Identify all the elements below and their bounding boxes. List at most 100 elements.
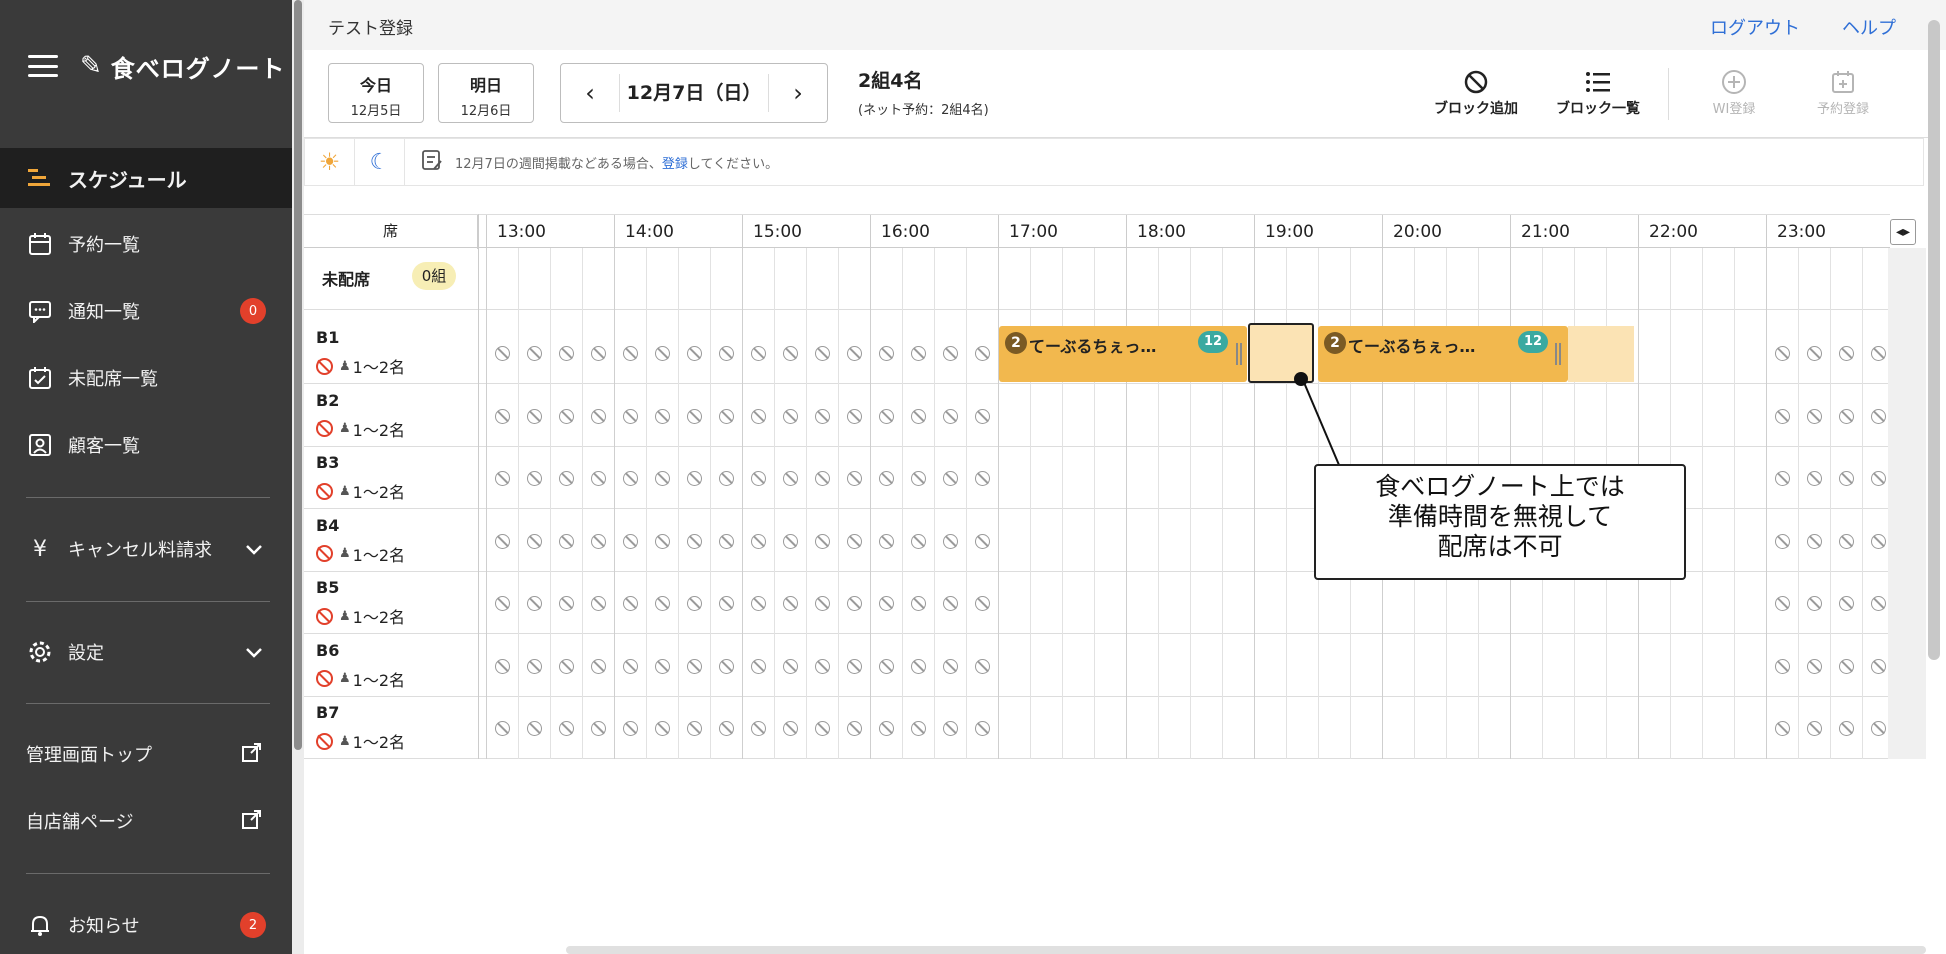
blocked-slot-icon[interactable] — [975, 533, 990, 549]
reservation-block[interactable]: 2 てーぶるちぇっ… 12 — [1318, 326, 1568, 382]
blocked-slot-icon[interactable] — [559, 471, 574, 486]
blocked-slot-icon[interactable] — [687, 471, 702, 486]
blocked-slot-icon[interactable] — [527, 346, 542, 361]
blocked-slot-icon[interactable] — [719, 346, 734, 361]
blocked-slot-icon[interactable] — [943, 533, 958, 549]
blocked-slot-icon[interactable] — [911, 471, 926, 486]
blocked-slot-icon[interactable] — [623, 721, 638, 736]
blocked-slot-icon[interactable] — [623, 533, 638, 549]
blocked-slot-icon[interactable] — [1871, 471, 1886, 486]
blocked-slot-icon[interactable] — [495, 346, 510, 361]
blocked-slot-icon[interactable] — [815, 596, 830, 611]
blocked-slot-icon[interactable] — [1775, 408, 1790, 424]
blocked-slot-icon[interactable] — [783, 533, 798, 549]
blocked-slot-icon[interactable] — [943, 721, 958, 736]
block-list-button[interactable]: ブロック一覧 — [1543, 66, 1653, 118]
blocked-slot-icon[interactable] — [1807, 596, 1822, 611]
blocked-slot-icon[interactable] — [1871, 596, 1886, 611]
blocked-slot-icon[interactable] — [783, 721, 798, 736]
blocked-slot-icon[interactable] — [783, 408, 798, 424]
blocked-slot-icon[interactable] — [1807, 658, 1822, 674]
blocked-slot-icon[interactable] — [591, 346, 606, 361]
blocked-slot-icon[interactable] — [495, 471, 510, 486]
blocked-slot-icon[interactable] — [1807, 471, 1822, 486]
blocked-slot-icon[interactable] — [655, 408, 670, 424]
blocked-slot-icon[interactable] — [1839, 533, 1854, 549]
next-day-icon[interactable]: › — [769, 79, 827, 107]
blocked-slot-icon[interactable] — [655, 658, 670, 674]
blocked-slot-icon[interactable] — [559, 533, 574, 549]
blocked-slot-icon[interactable] — [591, 658, 606, 674]
sidebar-item-news[interactable]: お知らせ 2 — [0, 895, 292, 954]
logout-link[interactable]: ログアウト — [1710, 14, 1800, 40]
blocked-slot-icon[interactable] — [495, 658, 510, 674]
current-date[interactable]: 12月7日（日） — [619, 74, 769, 112]
blocked-slot-icon[interactable] — [495, 596, 510, 611]
blocked-slot-icon[interactable] — [751, 533, 766, 549]
blocked-slot-icon[interactable] — [847, 408, 862, 424]
memo-register-link[interactable]: 登録 — [662, 157, 688, 172]
blocked-slot-icon[interactable] — [911, 658, 926, 674]
blocked-slot-icon[interactable] — [943, 346, 958, 361]
blocked-slot-icon[interactable] — [591, 471, 606, 486]
blocked-slot-icon[interactable] — [1775, 721, 1790, 736]
blocked-slot-icon[interactable] — [1839, 721, 1854, 736]
blocked-slot-icon[interactable] — [1871, 408, 1886, 424]
sidebar-item-schedule[interactable]: スケジュール — [0, 148, 292, 208]
blocked-slot-icon[interactable] — [591, 721, 606, 736]
blocked-slot-icon[interactable] — [687, 721, 702, 736]
blocked-slot-icon[interactable] — [623, 471, 638, 486]
blocked-slot-icon[interactable] — [751, 596, 766, 611]
blocked-slot-icon[interactable] — [1775, 596, 1790, 611]
blocked-slot-icon[interactable] — [751, 346, 766, 361]
blocked-slot-icon[interactable] — [559, 596, 574, 611]
blocked-slot-icon[interactable] — [815, 346, 830, 361]
sidebar-item-cancel-fee[interactable]: ¥ キャンセル料請求 — [0, 519, 292, 579]
sidebar-item-store-page[interactable]: 自店舗ページ — [0, 791, 292, 851]
blocked-slot-icon[interactable] — [495, 533, 510, 549]
blocked-slot-icon[interactable] — [783, 658, 798, 674]
dinner-toggle[interactable]: ☾ — [355, 139, 405, 185]
resize-handle[interactable] — [1236, 343, 1242, 365]
blocked-slot-icon[interactable] — [1871, 721, 1886, 736]
blocked-slot-icon[interactable] — [559, 408, 574, 424]
sidebar-item-settings[interactable]: 設定 — [0, 622, 292, 682]
blocked-slot-icon[interactable] — [655, 346, 670, 361]
blocked-slot-icon[interactable] — [911, 533, 926, 549]
blocked-slot-icon[interactable] — [943, 408, 958, 424]
blocked-slot-icon[interactable] — [847, 721, 862, 736]
add-block-button[interactable]: ブロック追加 — [1421, 66, 1531, 118]
blocked-slot-icon[interactable] — [687, 596, 702, 611]
blocked-slot-icon[interactable] — [719, 658, 734, 674]
blocked-slot-icon[interactable] — [943, 658, 958, 674]
blocked-slot-icon[interactable] — [847, 471, 862, 486]
blocked-slot-icon[interactable] — [783, 596, 798, 611]
blocked-slot-icon[interactable] — [815, 408, 830, 424]
blocked-slot-icon[interactable] — [623, 658, 638, 674]
blocked-slot-icon[interactable] — [975, 721, 990, 736]
blocked-slot-icon[interactable] — [655, 471, 670, 486]
blocked-slot-icon[interactable] — [879, 471, 894, 486]
sidebar-item-notifications[interactable]: 通知一覧 0 — [0, 281, 292, 341]
blocked-slot-icon[interactable] — [719, 721, 734, 736]
blocked-slot-icon[interactable] — [751, 471, 766, 486]
blocked-slot-icon[interactable] — [623, 346, 638, 361]
blocked-slot-icon[interactable] — [527, 721, 542, 736]
blocked-slot-icon[interactable] — [527, 408, 542, 424]
blocked-slot-icon[interactable] — [1807, 408, 1822, 424]
blocked-slot-icon[interactable] — [559, 346, 574, 361]
blocked-slot-icon[interactable] — [1807, 346, 1822, 361]
reservation-block[interactable]: 2 てーぶるちぇっ… 12 — [999, 326, 1247, 382]
blocked-slot-icon[interactable] — [879, 346, 894, 361]
blocked-slot-icon[interactable] — [783, 471, 798, 486]
unseated-row[interactable]: 未配席 0組 — [304, 248, 1890, 310]
blocked-slot-icon[interactable] — [975, 346, 990, 361]
blocked-slot-icon[interactable] — [975, 471, 990, 486]
blocked-slot-icon[interactable] — [847, 658, 862, 674]
blocked-slot-icon[interactable] — [655, 596, 670, 611]
blocked-slot-icon[interactable] — [815, 471, 830, 486]
prev-day-icon[interactable]: ‹ — [561, 79, 619, 107]
blocked-slot-icon[interactable] — [527, 596, 542, 611]
blocked-slot-icon[interactable] — [751, 408, 766, 424]
blocked-slot-icon[interactable] — [719, 533, 734, 549]
